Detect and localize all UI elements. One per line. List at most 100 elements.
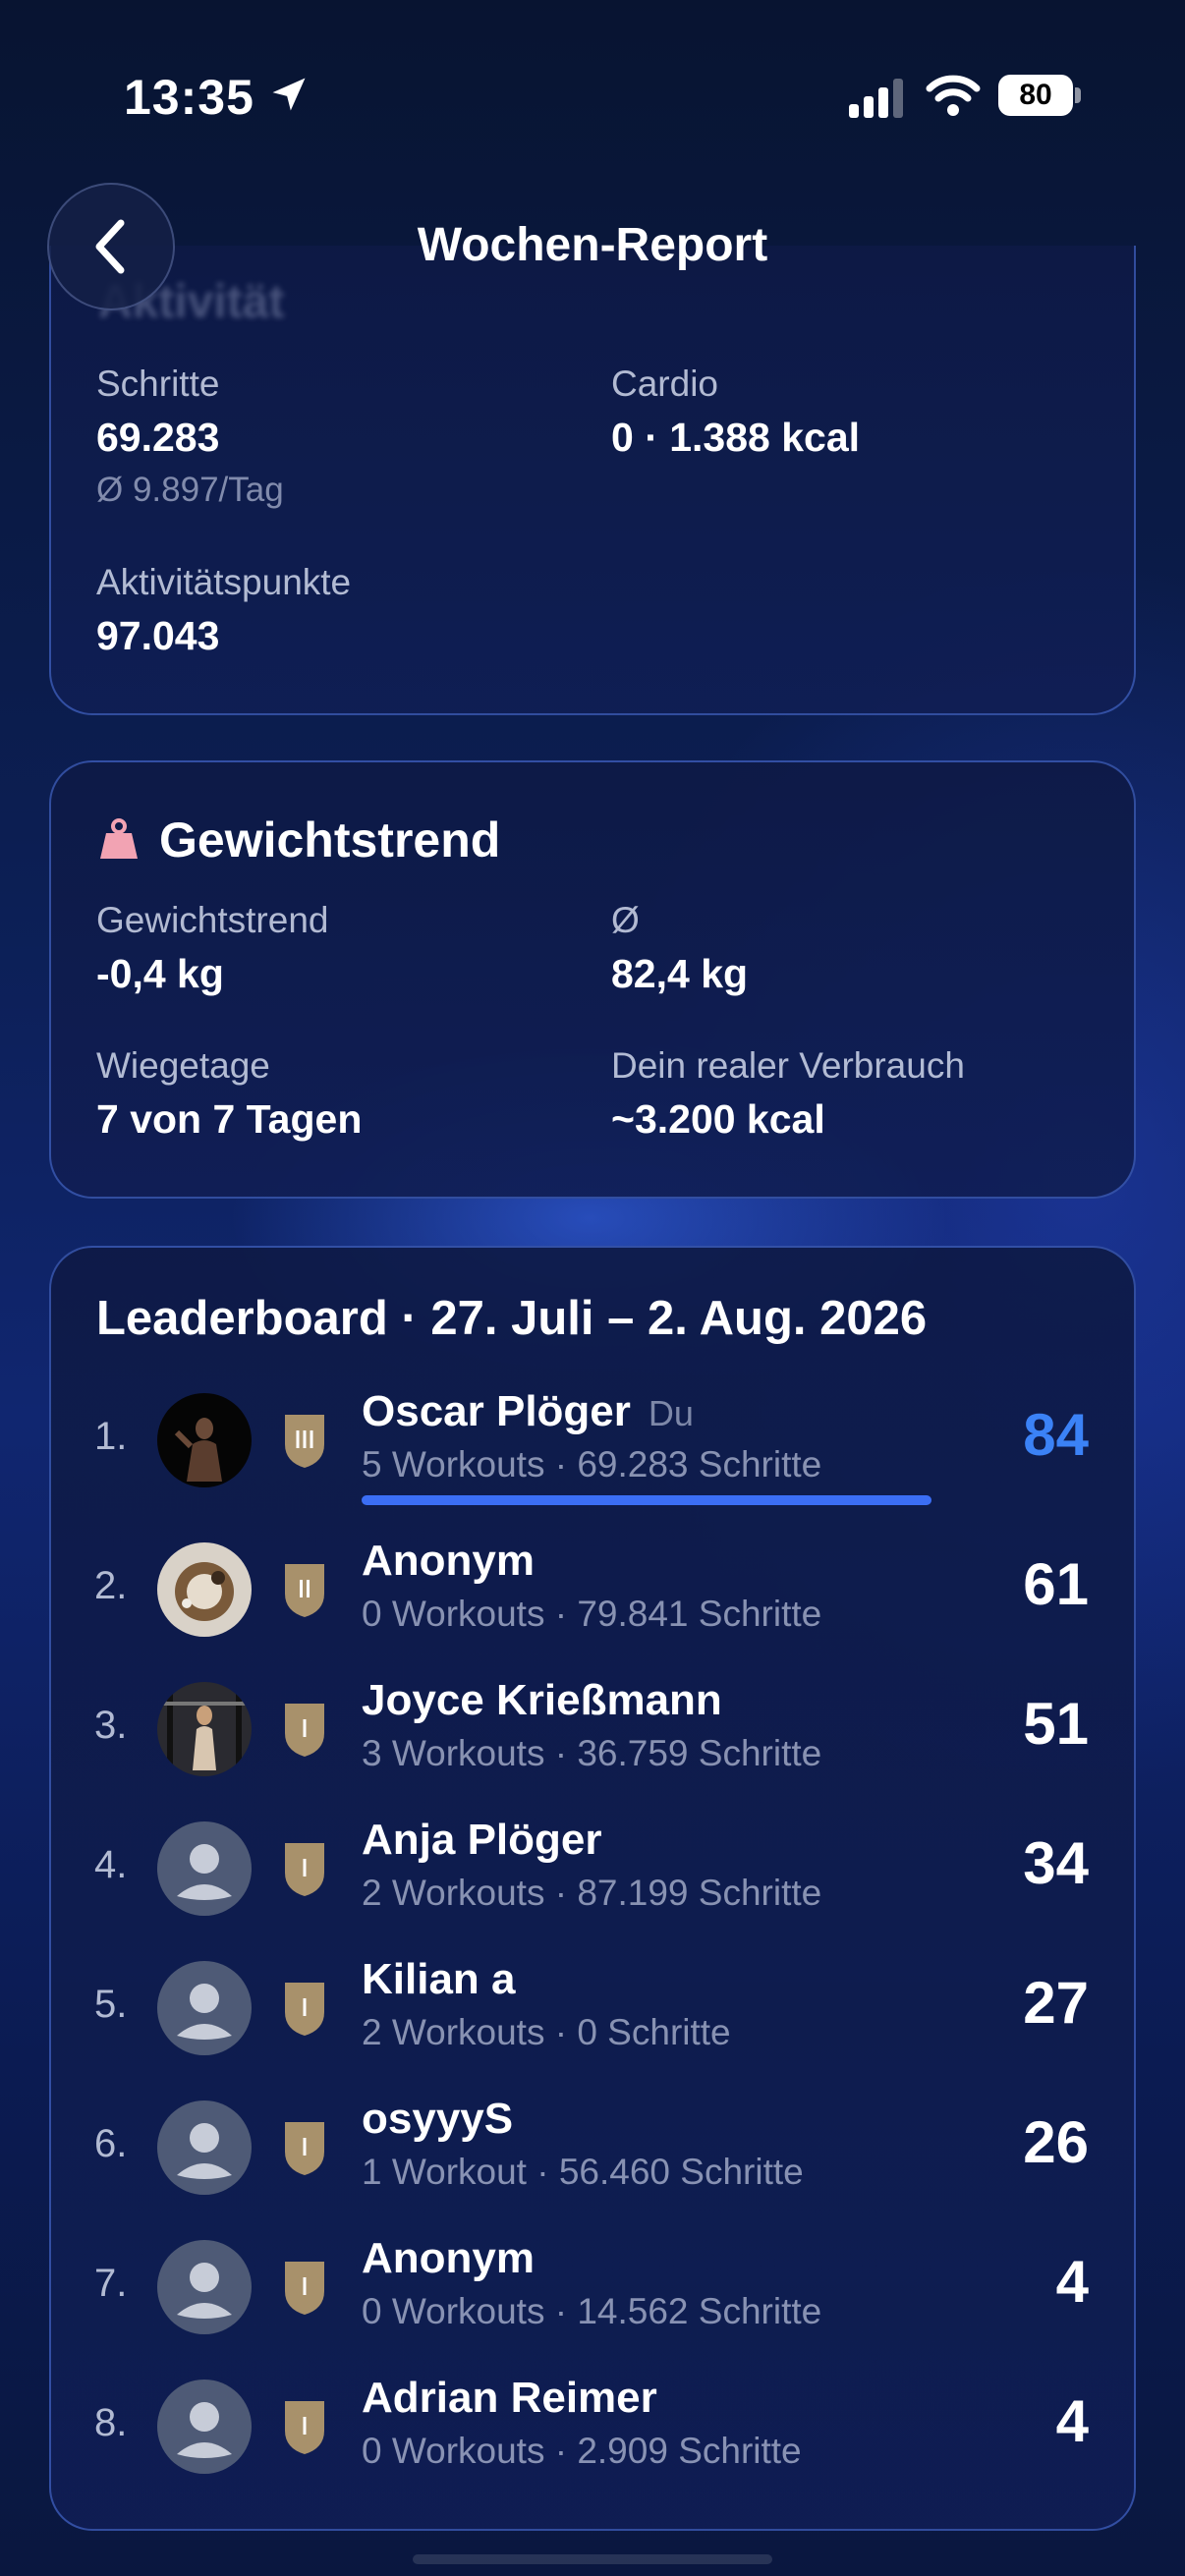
real-burn-value: ~3.200 kcal: [611, 1096, 825, 1142]
real-burn-label: Dein realer Verbrauch: [611, 1045, 965, 1086]
cardio-label: Cardio: [611, 364, 718, 404]
name-line: Anonym: [362, 1537, 535, 1586]
avatar[interactable]: [157, 1821, 252, 1916]
wifi-icon: [926, 75, 981, 116]
league-badge-icon: [279, 1839, 330, 1898]
battery-level: 80: [998, 75, 1073, 116]
league-badge-icon: [279, 1560, 330, 1619]
leaderboard-row[interactable]: 5. Kilian a 2 Workouts · 0 Schritte 27: [51, 1941, 1138, 2069]
leaderboard-row[interactable]: 3. Joyce Krießmann 3 Workouts · 36.759 S…: [51, 1662, 1138, 1790]
score: 4: [1055, 2249, 1089, 2315]
score: 51: [1023, 1691, 1089, 1757]
status-time: 13:35: [124, 70, 254, 125]
weight-trend-stat: Gewichtstrend -0,4 kg: [96, 900, 329, 997]
leaderboard-title: Leaderboard · 27. Juli – 2. Aug. 2026: [96, 1292, 928, 1345]
real-burn-stat: Dein realer Verbrauch ~3.200 kcal: [611, 1045, 965, 1143]
progress-bar: [362, 1495, 931, 1505]
weight-heading-text: Gewichtstrend: [159, 812, 501, 868]
user-name: Anonym: [362, 2234, 535, 2282]
points-label: Aktivitätspunkte: [96, 562, 352, 602]
rank-number: 2.: [94, 1564, 128, 1607]
leaderboard-row[interactable]: 6. osyyyS 1 Workout · 56.460 Schritte 26: [51, 2081, 1138, 2209]
league-badge-icon: [279, 1411, 330, 1470]
battery-indicator: 80: [998, 75, 1081, 116]
name-line: Anonym: [362, 2234, 535, 2283]
weigh-days-stat: Wiegetage 7 von 7 Tagen: [96, 1045, 362, 1143]
battery-cap: [1075, 87, 1081, 103]
avatar[interactable]: [157, 2380, 252, 2474]
league-badge-icon: [279, 2258, 330, 2317]
rank-number: 7.: [94, 2262, 128, 2305]
rank-number: 1.: [94, 1415, 128, 1458]
user-stats: 0 Workouts · 14.562 Schritte: [362, 2291, 822, 2331]
rank-number: 6.: [94, 2122, 128, 2165]
name-line: Adrian Reimer: [362, 2374, 657, 2423]
name-line: Joyce Krießmann: [362, 1676, 722, 1725]
rank-number: 3.: [94, 1704, 128, 1747]
user-stats: 3 Workouts · 36.759 Schritte: [362, 1733, 822, 1773]
leaderboard-row[interactable]: 7. Anonym 0 Workouts · 14.562 Schritte 4: [51, 2220, 1138, 2348]
name-line: Anja Plöger: [362, 1816, 602, 1865]
avatar[interactable]: [157, 1393, 252, 1487]
league-badge-icon: [279, 1979, 330, 2038]
weight-average-label: Ø: [611, 900, 640, 940]
user-name: osyyyS: [362, 2095, 514, 2143]
league-badge-icon: [279, 2118, 330, 2177]
weight-trend-value: -0,4 kg: [96, 951, 224, 996]
user-name: Oscar Plöger: [362, 1387, 631, 1435]
steps-stat: Schritte 69.283 Ø 9.897/Tag: [96, 364, 284, 510]
status-bar: 13:35 80: [0, 0, 1185, 177]
activity-card: Aktivität Schritte 69.283 Ø 9.897/Tag Ca…: [49, 246, 1136, 715]
league-badge-icon: [279, 2397, 330, 2456]
you-label: Du: [648, 1393, 694, 1433]
cardio-value: 0 · 1.388 kcal: [611, 415, 861, 460]
weight-card: Gewichtstrend Gewichtstrend -0,4 kg Ø 82…: [49, 760, 1136, 1199]
user-stats: 2 Workouts · 87.199 Schritte: [362, 1873, 822, 1913]
user-stats: 1 Workout · 56.460 Schritte: [362, 2152, 804, 2192]
home-indicator: [413, 2554, 772, 2564]
user-name: Anja Plöger: [362, 1816, 602, 1864]
leaderboard-row[interactable]: 1. Oscar Plöger Du 5 Workouts · 69.283 Sc…: [51, 1373, 1138, 1505]
user-stats: 5 Workouts · 69.283 Schritte: [362, 1444, 822, 1484]
steps-label: Schritte: [96, 364, 220, 404]
name-line: osyyyS: [362, 2095, 513, 2144]
score: 84: [1023, 1402, 1089, 1468]
user-name: Adrian Reimer: [362, 2374, 657, 2422]
user-name: Joyce Krießmann: [362, 1676, 722, 1724]
leaderboard-row[interactable]: 4. Anja Plöger 2 Workouts · 87.199 Schri…: [51, 1802, 1138, 1930]
leaderboard-card: Leaderboard · 27. Juli – 2. Aug. 2026 1.…: [49, 1246, 1136, 2531]
avatar[interactable]: [157, 1961, 252, 2055]
rank-number: 5.: [94, 1983, 128, 2026]
weight-icon: [100, 818, 138, 859]
name-line: Oscar Plöger Du: [362, 1387, 694, 1436]
weight-average-stat: Ø 82,4 kg: [611, 900, 748, 997]
name-line: Kilian a: [362, 1955, 516, 2004]
points-stat: Aktivitätspunkte 97.043: [96, 562, 351, 659]
score: 34: [1023, 1830, 1089, 1896]
rank-number: 8.: [94, 2401, 128, 2444]
weigh-days-label: Wiegetage: [96, 1045, 270, 1086]
weight-trend-label: Gewichtstrend: [96, 900, 329, 940]
cellular-signal-icon: [849, 79, 903, 118]
score: 27: [1023, 1970, 1089, 2036]
user-stats: 0 Workouts · 79.841 Schritte: [362, 1594, 822, 1634]
rank-number: 4.: [94, 1843, 128, 1886]
avatar[interactable]: [157, 2100, 252, 2195]
points-value: 97.043: [96, 613, 220, 658]
user-stats: 2 Workouts · 0 Schritte: [362, 2012, 731, 2052]
user-stats: 0 Workouts · 2.909 Schritte: [362, 2431, 802, 2471]
location-arrow-icon: [272, 78, 306, 111]
weight-heading: Gewichtstrend: [96, 812, 500, 868]
steps-average: Ø 9.897/Tag: [96, 471, 284, 509]
avatar[interactable]: [157, 2240, 252, 2334]
steps-value: 69.283: [96, 415, 220, 460]
leaderboard-row[interactable]: 2. Anonym 0 Workouts · 79.841 Schritte 6…: [51, 1523, 1138, 1651]
user-name: Kilian a: [362, 1955, 516, 2003]
weigh-days-value: 7 von 7 Tagen: [96, 1096, 363, 1142]
avatar[interactable]: [157, 1542, 252, 1637]
leaderboard-row[interactable]: 8. Adrian Reimer 0 Workouts · 2.909 Schr…: [51, 2360, 1138, 2488]
weight-average-value: 82,4 kg: [611, 951, 749, 996]
page-title: Wochen-Report: [417, 219, 768, 271]
avatar[interactable]: [157, 1682, 252, 1776]
score: 61: [1023, 1551, 1089, 1617]
